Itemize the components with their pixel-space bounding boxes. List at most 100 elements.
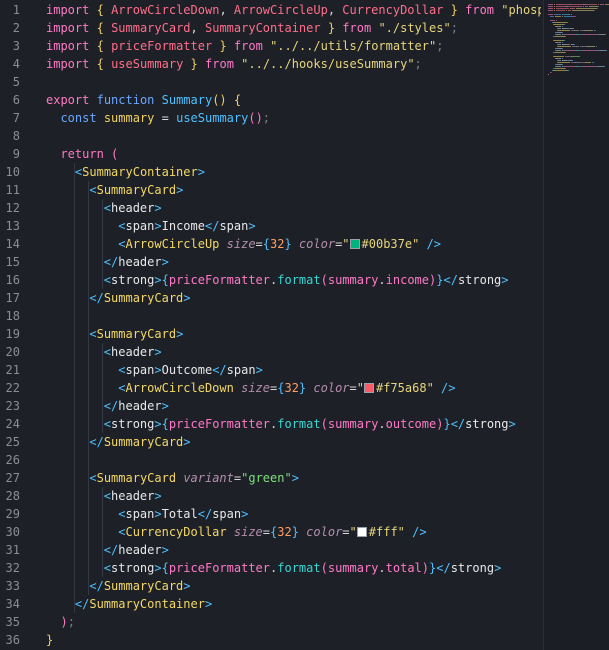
- minimap-line: [556, 10, 566, 11]
- minimap[interactable]: [543, 0, 609, 650]
- code-token: color: [313, 381, 350, 395]
- code-line: import { useSummary } from "../../hooks/…: [46, 55, 422, 73]
- minimap-line: [573, 28, 575, 29]
- code-area[interactable]: import { ArrowCircleDown, ArrowCircleUp,…: [46, 0, 541, 650]
- code-line: </SummaryCard>: [46, 433, 191, 451]
- code-token: >: [255, 363, 263, 377]
- code-token: }: [46, 633, 54, 647]
- code-token: =: [262, 525, 271, 539]
- code-token: <: [89, 471, 97, 485]
- code-token: >: [154, 561, 162, 575]
- code-line: <strong>{priceFormatter.format(summary.i…: [46, 271, 509, 289]
- code-token: />: [441, 381, 456, 395]
- line-number: 27: [5, 471, 20, 485]
- minimap-line: [557, 62, 571, 63]
- code-token: header: [111, 489, 155, 503]
- code-token: }: [443, 417, 451, 431]
- code-token: #fff: [368, 525, 398, 539]
- code-line: <CurrencyDollar size={32} color=" #fff" /…: [46, 523, 426, 541]
- code-token: return: [60, 147, 104, 161]
- code-token: </: [89, 435, 104, 449]
- code-token: (): [248, 111, 263, 125]
- line-number: 33: [5, 579, 20, 593]
- code-token: =: [342, 525, 350, 539]
- code-line: <SummaryCard>: [46, 325, 183, 343]
- minimap-line: [557, 46, 572, 47]
- line-number: 26: [5, 453, 20, 467]
- code-line: <header>: [46, 199, 162, 217]
- code-editor[interactable]: 1 2 3 4 5 6 7 8 9 10 11 12 13 14 15 16 17 18 19 20 21 22 23 24 2…: [0, 0, 609, 650]
- minimap-line: [565, 68, 567, 69]
- code-token: >: [161, 399, 169, 413]
- code-token: </: [89, 579, 104, 593]
- code-token: ArrowCircleDown: [111, 3, 220, 17]
- code-token: strong: [111, 417, 155, 431]
- line-number: 29: [5, 507, 20, 521]
- code-token: (: [320, 561, 328, 575]
- code-token: strong: [457, 273, 502, 287]
- minimap-line: [563, 50, 576, 51]
- line-number: 11: [5, 183, 20, 197]
- code-token: CurrencyDollar: [342, 3, 444, 17]
- minimap-line: [563, 34, 576, 35]
- code-token: size: [226, 237, 256, 251]
- code-line: </SummaryCard>: [46, 577, 190, 595]
- code-token: function: [96, 93, 155, 107]
- minimap-line: [593, 10, 595, 11]
- code-token: (: [320, 417, 328, 431]
- code-token: span: [226, 363, 256, 377]
- minimap-line: [554, 14, 562, 15]
- code-token: >: [248, 219, 256, 233]
- minimap-line: [596, 8, 598, 9]
- minimap-line: [593, 30, 596, 31]
- code-token: SummaryCard: [96, 327, 177, 341]
- code-token: ,: [327, 3, 343, 17]
- code-token: ": [426, 381, 434, 395]
- code-token: <: [103, 489, 112, 503]
- code-token: =: [161, 111, 169, 125]
- code-token: Total: [161, 507, 198, 521]
- code-token: <: [89, 327, 97, 341]
- code-token: >: [183, 435, 191, 449]
- code-line: <span>Total</span>: [46, 505, 248, 523]
- minimap-line: [562, 48, 564, 49]
- code-token: summary: [327, 561, 379, 575]
- code-token: strong: [465, 417, 509, 431]
- line-number: 6: [12, 93, 20, 107]
- line-number: 4: [12, 57, 20, 71]
- code-token: 32: [284, 381, 299, 395]
- minimap-line: [562, 32, 564, 33]
- code-line: </SummaryContainer>: [46, 595, 212, 613]
- code-token: >: [241, 507, 249, 521]
- code-token: >: [154, 273, 162, 287]
- minimap-line: [552, 22, 567, 23]
- line-number: 28: [5, 489, 20, 503]
- color-swatch[interactable]: [356, 527, 367, 537]
- color-swatch[interactable]: [349, 239, 360, 249]
- code-token: #00b37e: [361, 237, 413, 251]
- code-token: </: [204, 219, 220, 233]
- minimap-line: [571, 4, 584, 5]
- code-token: {: [161, 273, 169, 287]
- minimap-line: [567, 70, 569, 71]
- code-token: </: [443, 273, 458, 287]
- code-token: header: [118, 543, 162, 557]
- code-line: </header>: [46, 253, 169, 271]
- minimap-line: [565, 36, 567, 37]
- line-number: 36: [5, 633, 20, 647]
- color-swatch[interactable]: [363, 383, 374, 393]
- code-token: summary: [327, 417, 379, 431]
